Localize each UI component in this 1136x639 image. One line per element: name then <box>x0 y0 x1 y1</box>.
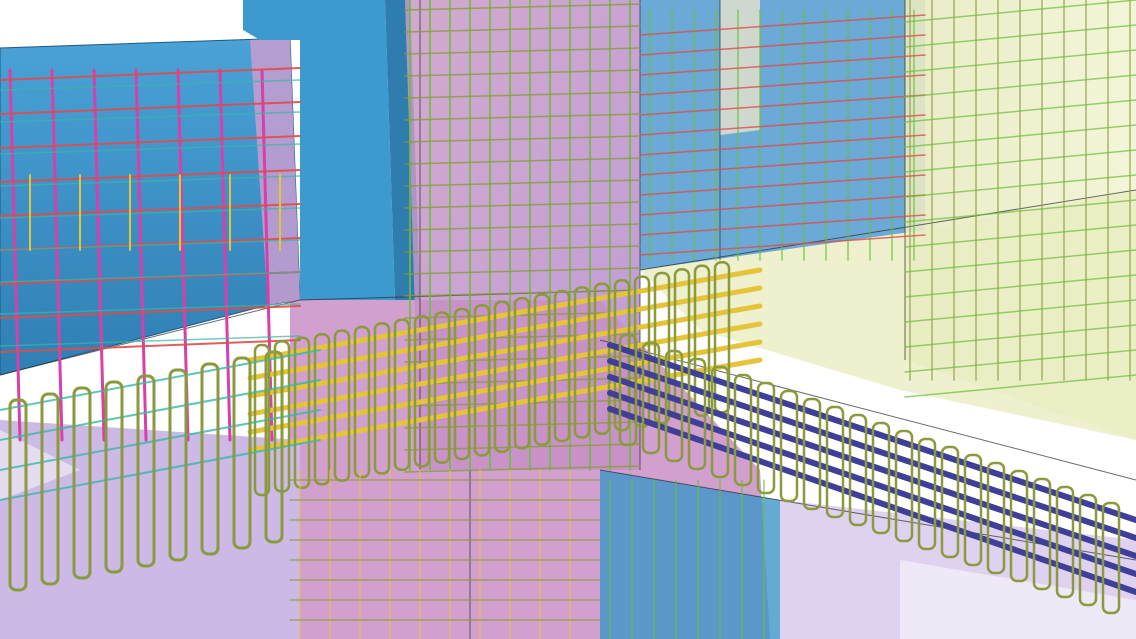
3d-model-viewport[interactable] <box>0 0 1136 639</box>
rebar-model-render <box>0 0 1136 639</box>
